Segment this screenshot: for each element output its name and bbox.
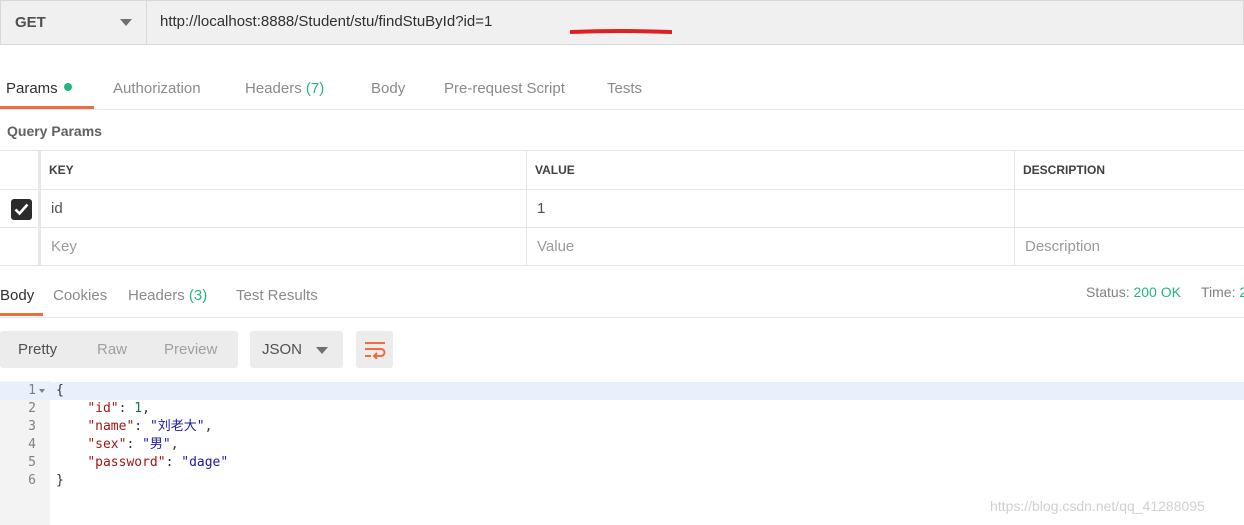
method-label: GET [15, 14, 46, 31]
tab-cookies[interactable]: Cookies [53, 280, 107, 320]
request-bar: GET http://localhost:8888/Student/stu/fi… [0, 0, 1244, 45]
active-tab-indicator [0, 106, 94, 109]
red-underline-annotation [570, 29, 672, 34]
time-indicator: Time: 2 [1201, 284, 1244, 300]
column-header-value: VALUE [526, 151, 1015, 189]
query-params-title: Query Params [7, 123, 102, 139]
view-mode-toggle: Pretty Raw Preview [0, 331, 238, 368]
status-indicator: Status: 200 OK [1086, 284, 1181, 300]
chevron-down-icon [316, 347, 328, 354]
new-value-input[interactable]: Value [526, 228, 1015, 265]
tab-headers[interactable]: Headers (7) [245, 70, 324, 110]
code-line: 3 "name": "刘老大", [28, 419, 213, 434]
column-header-description: DESCRIPTION [1014, 151, 1244, 189]
response-tabs: Body Cookies Headers (3) Test Results [0, 280, 1244, 318]
active-response-tab-indicator [0, 313, 43, 316]
tab-pre-request-script[interactable]: Pre-request Script [444, 70, 565, 110]
format-select[interactable]: JSON [250, 331, 343, 368]
param-description-cell[interactable] [1014, 190, 1244, 227]
fold-toggle-icon[interactable] [39, 389, 45, 393]
code-line: 1 { [0, 382, 1244, 400]
param-checkbox[interactable] [11, 199, 32, 220]
tab-authorization[interactable]: Authorization [113, 70, 201, 110]
tab-test-results[interactable]: Test Results [236, 280, 318, 320]
checkmark-icon [14, 203, 29, 216]
code-line: 4 "sex": "男", [28, 437, 179, 452]
table-row-new: Key Value Description [0, 228, 1244, 266]
param-value-cell[interactable]: 1 [526, 190, 1015, 227]
tab-tests[interactable]: Tests [607, 70, 642, 110]
pretty-button[interactable]: Pretty [18, 341, 57, 358]
preview-button[interactable]: Preview [164, 341, 217, 358]
tab-body[interactable]: Body [371, 70, 405, 110]
code-line: 2 "id": 1, [28, 401, 150, 416]
url-text: http://localhost:8888/Student/stu/findSt… [160, 13, 493, 30]
status-code: 200 OK [1133, 284, 1181, 300]
table-row: id 1 [0, 190, 1244, 228]
watermark-text: https://blog.csdn.net/qq_41288095 [990, 498, 1205, 514]
new-description-input[interactable]: Description [1014, 228, 1244, 265]
active-dot-icon [63, 83, 72, 91]
code-line: 6 } [28, 473, 64, 488]
param-key-cell[interactable]: id [38, 190, 528, 227]
url-input[interactable]: http://localhost:8888/Student/stu/findSt… [146, 0, 1244, 45]
table-header-row: KEY VALUE DESCRIPTION [0, 150, 1244, 190]
new-key-input[interactable]: Key [38, 228, 528, 265]
tab-params[interactable]: Params [6, 70, 72, 110]
wrap-lines-icon [364, 341, 385, 359]
tab-response-headers[interactable]: Headers (3) [128, 280, 207, 320]
raw-button[interactable]: Raw [97, 341, 127, 358]
request-tabs: Params Authorization Headers (7) Body Pr… [0, 70, 1244, 110]
code-line: 5 "password": "dage" [28, 455, 229, 470]
method-select[interactable]: GET [0, 0, 146, 45]
column-header-key: KEY [38, 151, 528, 189]
chevron-down-icon [120, 19, 132, 26]
wrap-lines-button[interactable] [356, 331, 393, 368]
